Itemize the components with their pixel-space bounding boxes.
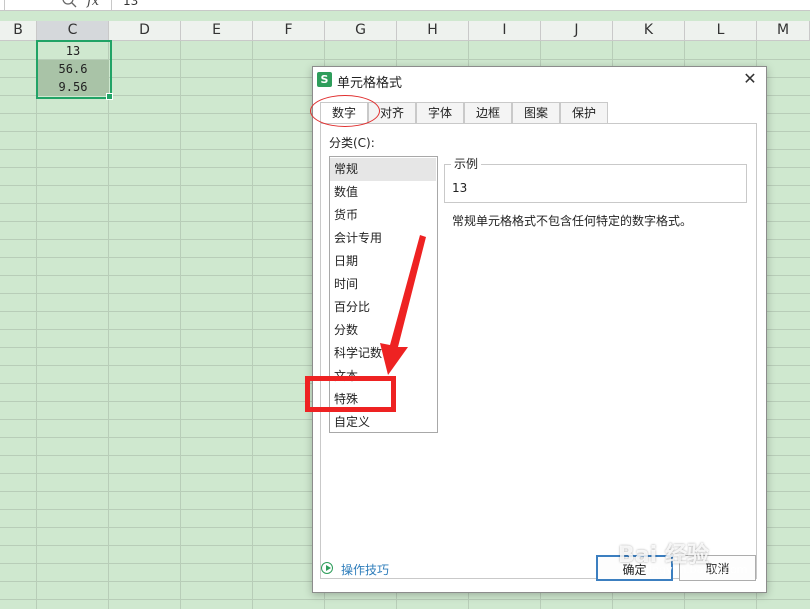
column-header-h[interactable]: H [397, 21, 469, 40]
col-line [252, 41, 253, 609]
fill-handle[interactable] [106, 93, 113, 100]
column-header-m[interactable]: M [757, 21, 810, 40]
dialog-titlebar[interactable]: S 单元格格式 ✕ [313, 67, 766, 93]
column-header-b[interactable]: B [0, 21, 37, 40]
column-header-j[interactable]: J [541, 21, 613, 40]
search-icon[interactable] [62, 0, 78, 10]
annotation-arrow-icon [380, 235, 426, 375]
column-header-i[interactable]: I [469, 21, 541, 40]
category-item-currency[interactable]: 货币 [330, 204, 437, 227]
annotation-ellipse [310, 95, 380, 127]
annotation-rectangle [305, 376, 396, 412]
tab-border[interactable]: 边框 [464, 102, 512, 123]
column-header-k[interactable]: K [613, 21, 685, 40]
category-item-general[interactable]: 常规 [330, 158, 436, 181]
column-header-e[interactable]: E [181, 21, 253, 40]
selection-outline [36, 40, 112, 99]
sample-group [444, 164, 747, 203]
column-header-g[interactable]: G [325, 21, 397, 40]
close-icon[interactable]: ✕ [742, 71, 758, 87]
col-line [36, 41, 37, 609]
watermark-url: jingyan.baidu.com [646, 563, 748, 576]
formula-input[interactable]: 13 [123, 0, 138, 8]
dialog-title: 单元格格式 [337, 76, 403, 91]
sample-value: 13 [452, 181, 468, 195]
tips-link-label[interactable]: 操作技巧 [341, 561, 389, 578]
row-line [0, 59, 810, 60]
row-line [0, 599, 810, 600]
format-description: 常规单元格格式不包含任何特定的数字格式。 [452, 214, 693, 228]
column-header-l[interactable]: L [685, 21, 757, 40]
column-header-c[interactable]: C [37, 21, 109, 40]
formula-divider [111, 0, 112, 10]
sample-legend: 示例 [451, 155, 482, 172]
tab-font[interactable]: 字体 [416, 102, 464, 123]
fx-icon[interactable]: fx [87, 0, 99, 9]
tab-pattern[interactable]: 图案 [512, 102, 560, 123]
category-item-custom[interactable]: 自定义 [330, 411, 437, 434]
wps-app-icon: S [317, 72, 332, 87]
column-header-f[interactable]: F [253, 21, 325, 40]
category-label: 分类(C): [329, 136, 375, 150]
play-circle-icon[interactable] [321, 562, 333, 574]
category-item-number[interactable]: 数值 [330, 181, 437, 204]
name-box[interactable] [0, 0, 5, 10]
col-line [180, 41, 181, 609]
col-line [108, 41, 109, 609]
column-header-d[interactable]: D [109, 21, 181, 40]
formula-bar: fx 13 [0, 0, 810, 11]
column-headers: B C D E F G H I J K L M [0, 21, 810, 41]
tab-protection[interactable]: 保护 [560, 102, 608, 123]
